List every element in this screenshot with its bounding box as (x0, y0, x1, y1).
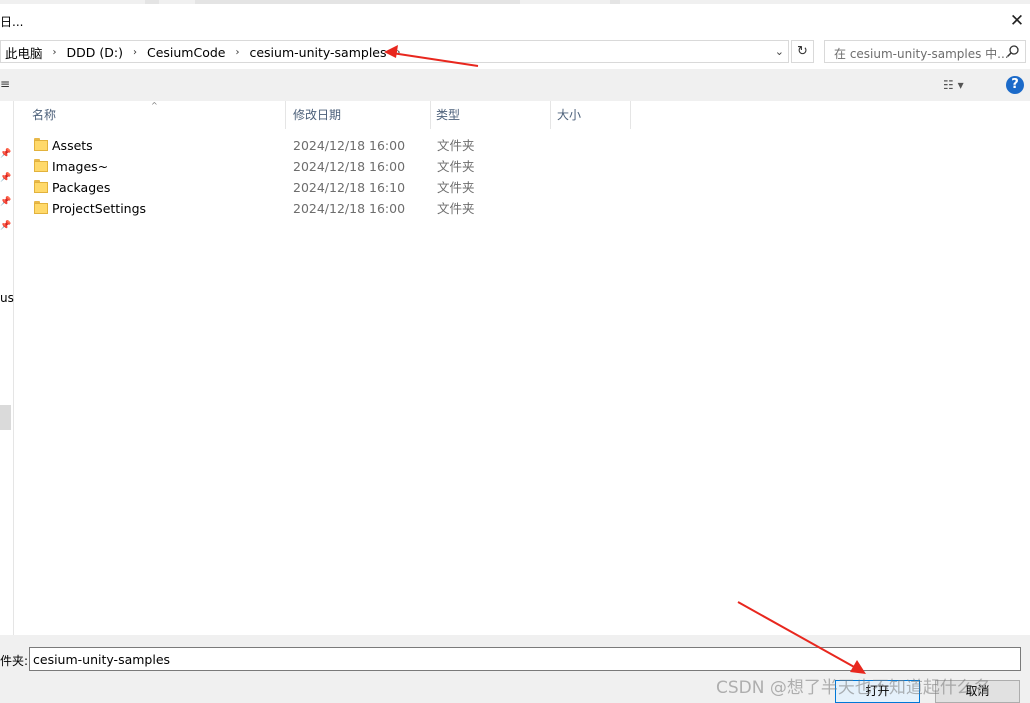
table-row[interactable]: Images~ 2024/12/18 16:00 文件夹 (14, 156, 1030, 177)
file-name: Images~ (52, 159, 109, 174)
close-icon[interactable]: ✕ (1004, 8, 1030, 34)
pin-icon[interactable]: 📌 (0, 149, 11, 159)
nav-item-partial[interactable]: us (0, 291, 14, 305)
folder-field-label: 件夹: (0, 654, 29, 668)
column-header-type[interactable]: 类型 (432, 101, 551, 129)
pin-icon[interactable]: 📌 (0, 221, 11, 231)
file-date: 2024/12/18 16:00 (293, 159, 406, 174)
open-button[interactable]: 打开 (835, 680, 920, 703)
file-type: 文件夹 (437, 201, 475, 216)
breadcrumb-item-cesium-unity-samples[interactable]: cesium-unity-samples (247, 45, 388, 60)
nav-scrollbar-thumb[interactable] (0, 405, 11, 430)
cancel-button[interactable]: 取消 (935, 680, 1020, 703)
file-type: 文件夹 (437, 159, 475, 174)
pin-icon[interactable]: 📌 (0, 173, 11, 183)
help-icon[interactable]: ? (1006, 76, 1024, 94)
table-row[interactable]: Packages 2024/12/18 16:10 文件夹 (14, 177, 1030, 198)
file-type: 文件夹 (437, 138, 475, 153)
refresh-icon[interactable]: ↻ (791, 40, 814, 63)
folder-icon (34, 201, 48, 214)
file-date: 2024/12/18 16:00 (293, 138, 406, 153)
folder-name-input[interactable] (29, 647, 1021, 671)
file-name: Assets (52, 138, 93, 153)
file-list: Assets 2024/12/18 16:00 文件夹 Images~ 2024… (14, 135, 1030, 219)
column-header-name[interactable]: 名称 (28, 101, 286, 129)
address-dropdown-icon[interactable]: ⌄ (775, 45, 784, 58)
breadcrumb-item-drive[interactable]: DDD (D:) (65, 45, 125, 60)
title-bar: 日... ✕ (0, 4, 1030, 36)
navigation-pane: 📌 📌 📌 📌 us (0, 101, 14, 635)
file-date: 2024/12/18 16:10 (293, 180, 406, 195)
organize-icon[interactable]: ≡ (0, 77, 10, 91)
file-name: Packages (52, 180, 111, 195)
chevron-right-icon[interactable]: › (227, 47, 247, 58)
folder-icon (34, 159, 48, 172)
command-bar: ≡ ☷ ▾ ? (0, 69, 1030, 101)
breadcrumb-item-cesiumcode[interactable]: CesiumCode (145, 45, 228, 60)
table-row[interactable]: ProjectSettings 2024/12/18 16:00 文件夹 (14, 198, 1030, 219)
column-header-size[interactable]: 大小 (553, 101, 631, 129)
folder-icon (34, 138, 48, 151)
search-placeholder: 在 cesium-unity-samples 中... (834, 47, 1009, 61)
dialog-footer: 件夹: 打开 取消 CSDN @想了半天也不知道起什么名 (0, 635, 1030, 703)
search-icon[interactable] (1006, 44, 1020, 58)
breadcrumb-item-this-pc[interactable]: 此电脑 (3, 43, 45, 62)
address-bar[interactable]: 此电脑 › DDD (D:) › CesiumCode › cesium-uni… (0, 40, 789, 63)
folder-icon (34, 180, 48, 193)
dialog-title: 日... (0, 15, 24, 29)
file-date: 2024/12/18 16:00 (293, 201, 406, 216)
column-header-row: ^ 名称 修改日期 类型 大小 (14, 101, 1030, 129)
view-options-icon[interactable]: ☷ ▾ (943, 78, 983, 94)
column-header-date[interactable]: 修改日期 (289, 101, 431, 129)
file-type: 文件夹 (437, 180, 475, 195)
chevron-right-icon[interactable]: › (45, 47, 65, 58)
search-input[interactable]: 在 cesium-unity-samples 中... (824, 40, 1026, 63)
chevron-right-icon[interactable]: › (125, 47, 145, 58)
table-row[interactable]: Assets 2024/12/18 16:00 文件夹 (14, 135, 1030, 156)
breadcrumb: 此电脑 › DDD (D:) › CesiumCode › cesium-uni… (3, 43, 409, 62)
pin-icon[interactable]: 📌 (0, 197, 11, 207)
file-name: ProjectSettings (52, 201, 147, 216)
chevron-right-icon[interactable]: › (389, 47, 409, 58)
